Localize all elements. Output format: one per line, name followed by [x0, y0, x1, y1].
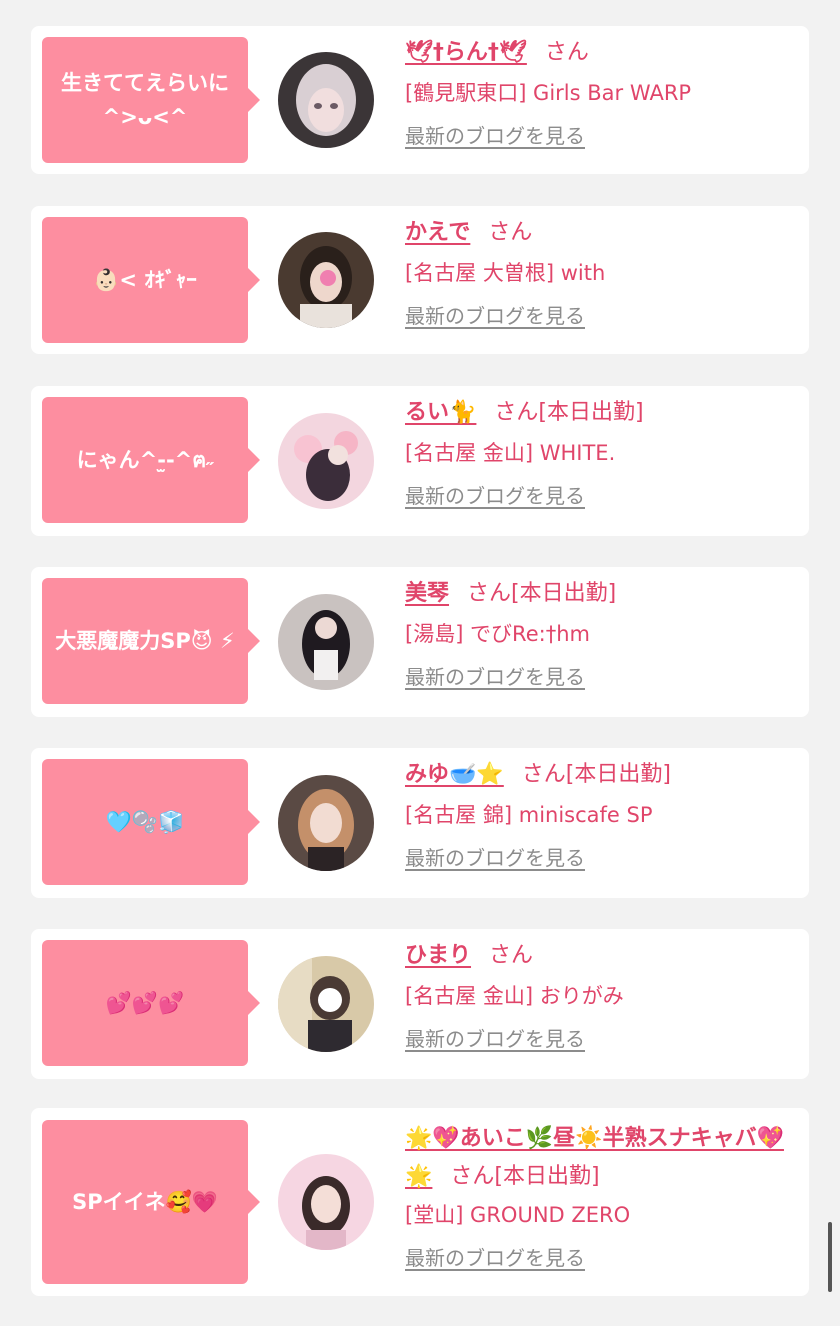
honorific-status: さん: [544, 40, 589, 65]
latest-blog-link[interactable]: 最新のブログを見る: [405, 844, 585, 872]
shop-info: [名古屋 錦] miniscafe SP: [405, 803, 653, 827]
shop-info: [湯島] でびRe:†hm: [405, 622, 590, 646]
list-item: 生きててえらいに ^>ᴗ<^ 🕊†らん†🕊 さん [鶴見駅東口] Girls Ba…: [31, 26, 809, 174]
shop-info: [名古屋 大曽根] with: [405, 261, 606, 285]
honorific-status: さん: [489, 943, 534, 968]
avatar[interactable]: [278, 413, 374, 509]
comment-bubble: 大悪魔魔力SP😈 ⚡: [42, 578, 260, 704]
latest-blog-link[interactable]: 最新のブログを見る: [405, 1244, 585, 1272]
girl-name-link[interactable]: かえで: [405, 220, 470, 245]
scrollbar[interactable]: [828, 1222, 832, 1292]
girl-name-link[interactable]: みゆ🥣⭐: [405, 762, 504, 787]
comment-bubble: 💕💕💕: [42, 940, 260, 1066]
honorific-status: さん[本日出勤]: [494, 400, 644, 425]
girl-name-link[interactable]: 美琴: [405, 581, 449, 606]
girl-name-link[interactable]: 🕊†らん†🕊: [405, 40, 527, 65]
latest-blog-link[interactable]: 最新のブログを見る: [405, 122, 585, 150]
list-item: 大悪魔魔力SP😈 ⚡ 美琴 さん[本日出勤] [湯島] でびRe:†hm 最新のブ…: [31, 567, 809, 717]
shop-info: [名古屋 金山] WHITE.: [405, 441, 616, 465]
shop-info: [名古屋 金山] おりがみ: [405, 984, 624, 1008]
latest-blog-link[interactable]: 最新のブログを見る: [405, 302, 585, 330]
avatar[interactable]: [278, 1154, 374, 1250]
avatar[interactable]: [278, 232, 374, 328]
girl-name-link[interactable]: ひまり: [405, 943, 471, 968]
comment-bubble: 🩵🫧🧊: [42, 759, 260, 885]
avatar[interactable]: [278, 956, 374, 1052]
list-item: SPイイネ🥰💗 🌟💖あいこ🌿昼☀️半熟スナキャバ💖🌟 さん[本日出勤] [堂山] …: [31, 1108, 809, 1296]
honorific-status: さん[本日出勤]: [450, 1164, 600, 1189]
list-item: 💕💕💕 ひまり さん [名古屋 金山] おりがみ 最新のブログを見る: [31, 929, 809, 1079]
latest-blog-link[interactable]: 最新のブログを見る: [405, 1025, 585, 1053]
latest-blog-link[interactable]: 最新のブログを見る: [405, 482, 585, 510]
comment-bubble: SPイイネ🥰💗: [42, 1120, 260, 1284]
comment-bubble: にゃん^-̫-^ฅ˶: [42, 397, 260, 523]
avatar[interactable]: [278, 52, 374, 148]
shop-info: [堂山] GROUND ZERO: [405, 1203, 631, 1227]
list-item: 🩵🫧🧊 みゆ🥣⭐ さん[本日出勤] [名古屋 錦] miniscafe SP 最新…: [31, 748, 809, 898]
honorific-status: さん[本日出勤]: [467, 581, 617, 606]
avatar[interactable]: [278, 594, 374, 690]
latest-blog-link[interactable]: 最新のブログを見る: [405, 663, 585, 691]
comment-bubble: 👶🏻< ｵｷﾞｬｰ: [42, 217, 260, 343]
honorific-status: さん[本日出勤]: [521, 762, 671, 787]
honorific-status: さん: [488, 220, 533, 245]
avatar[interactable]: [278, 775, 374, 871]
list-item: にゃん^-̫-^ฅ˶ るい🐈 さん[本日出勤] [名古屋 金山] WHITE. 最…: [31, 386, 809, 536]
comment-bubble: 生きててえらいに ^>ᴗ<^: [42, 37, 260, 163]
shop-info: [鶴見駅東口] Girls Bar WARP: [405, 81, 692, 105]
girl-name-link[interactable]: るい🐈: [405, 400, 476, 425]
list-item: 👶🏻< ｵｷﾞｬｰ かえで さん [名古屋 大曽根] with 最新のブログを見る: [31, 206, 809, 354]
